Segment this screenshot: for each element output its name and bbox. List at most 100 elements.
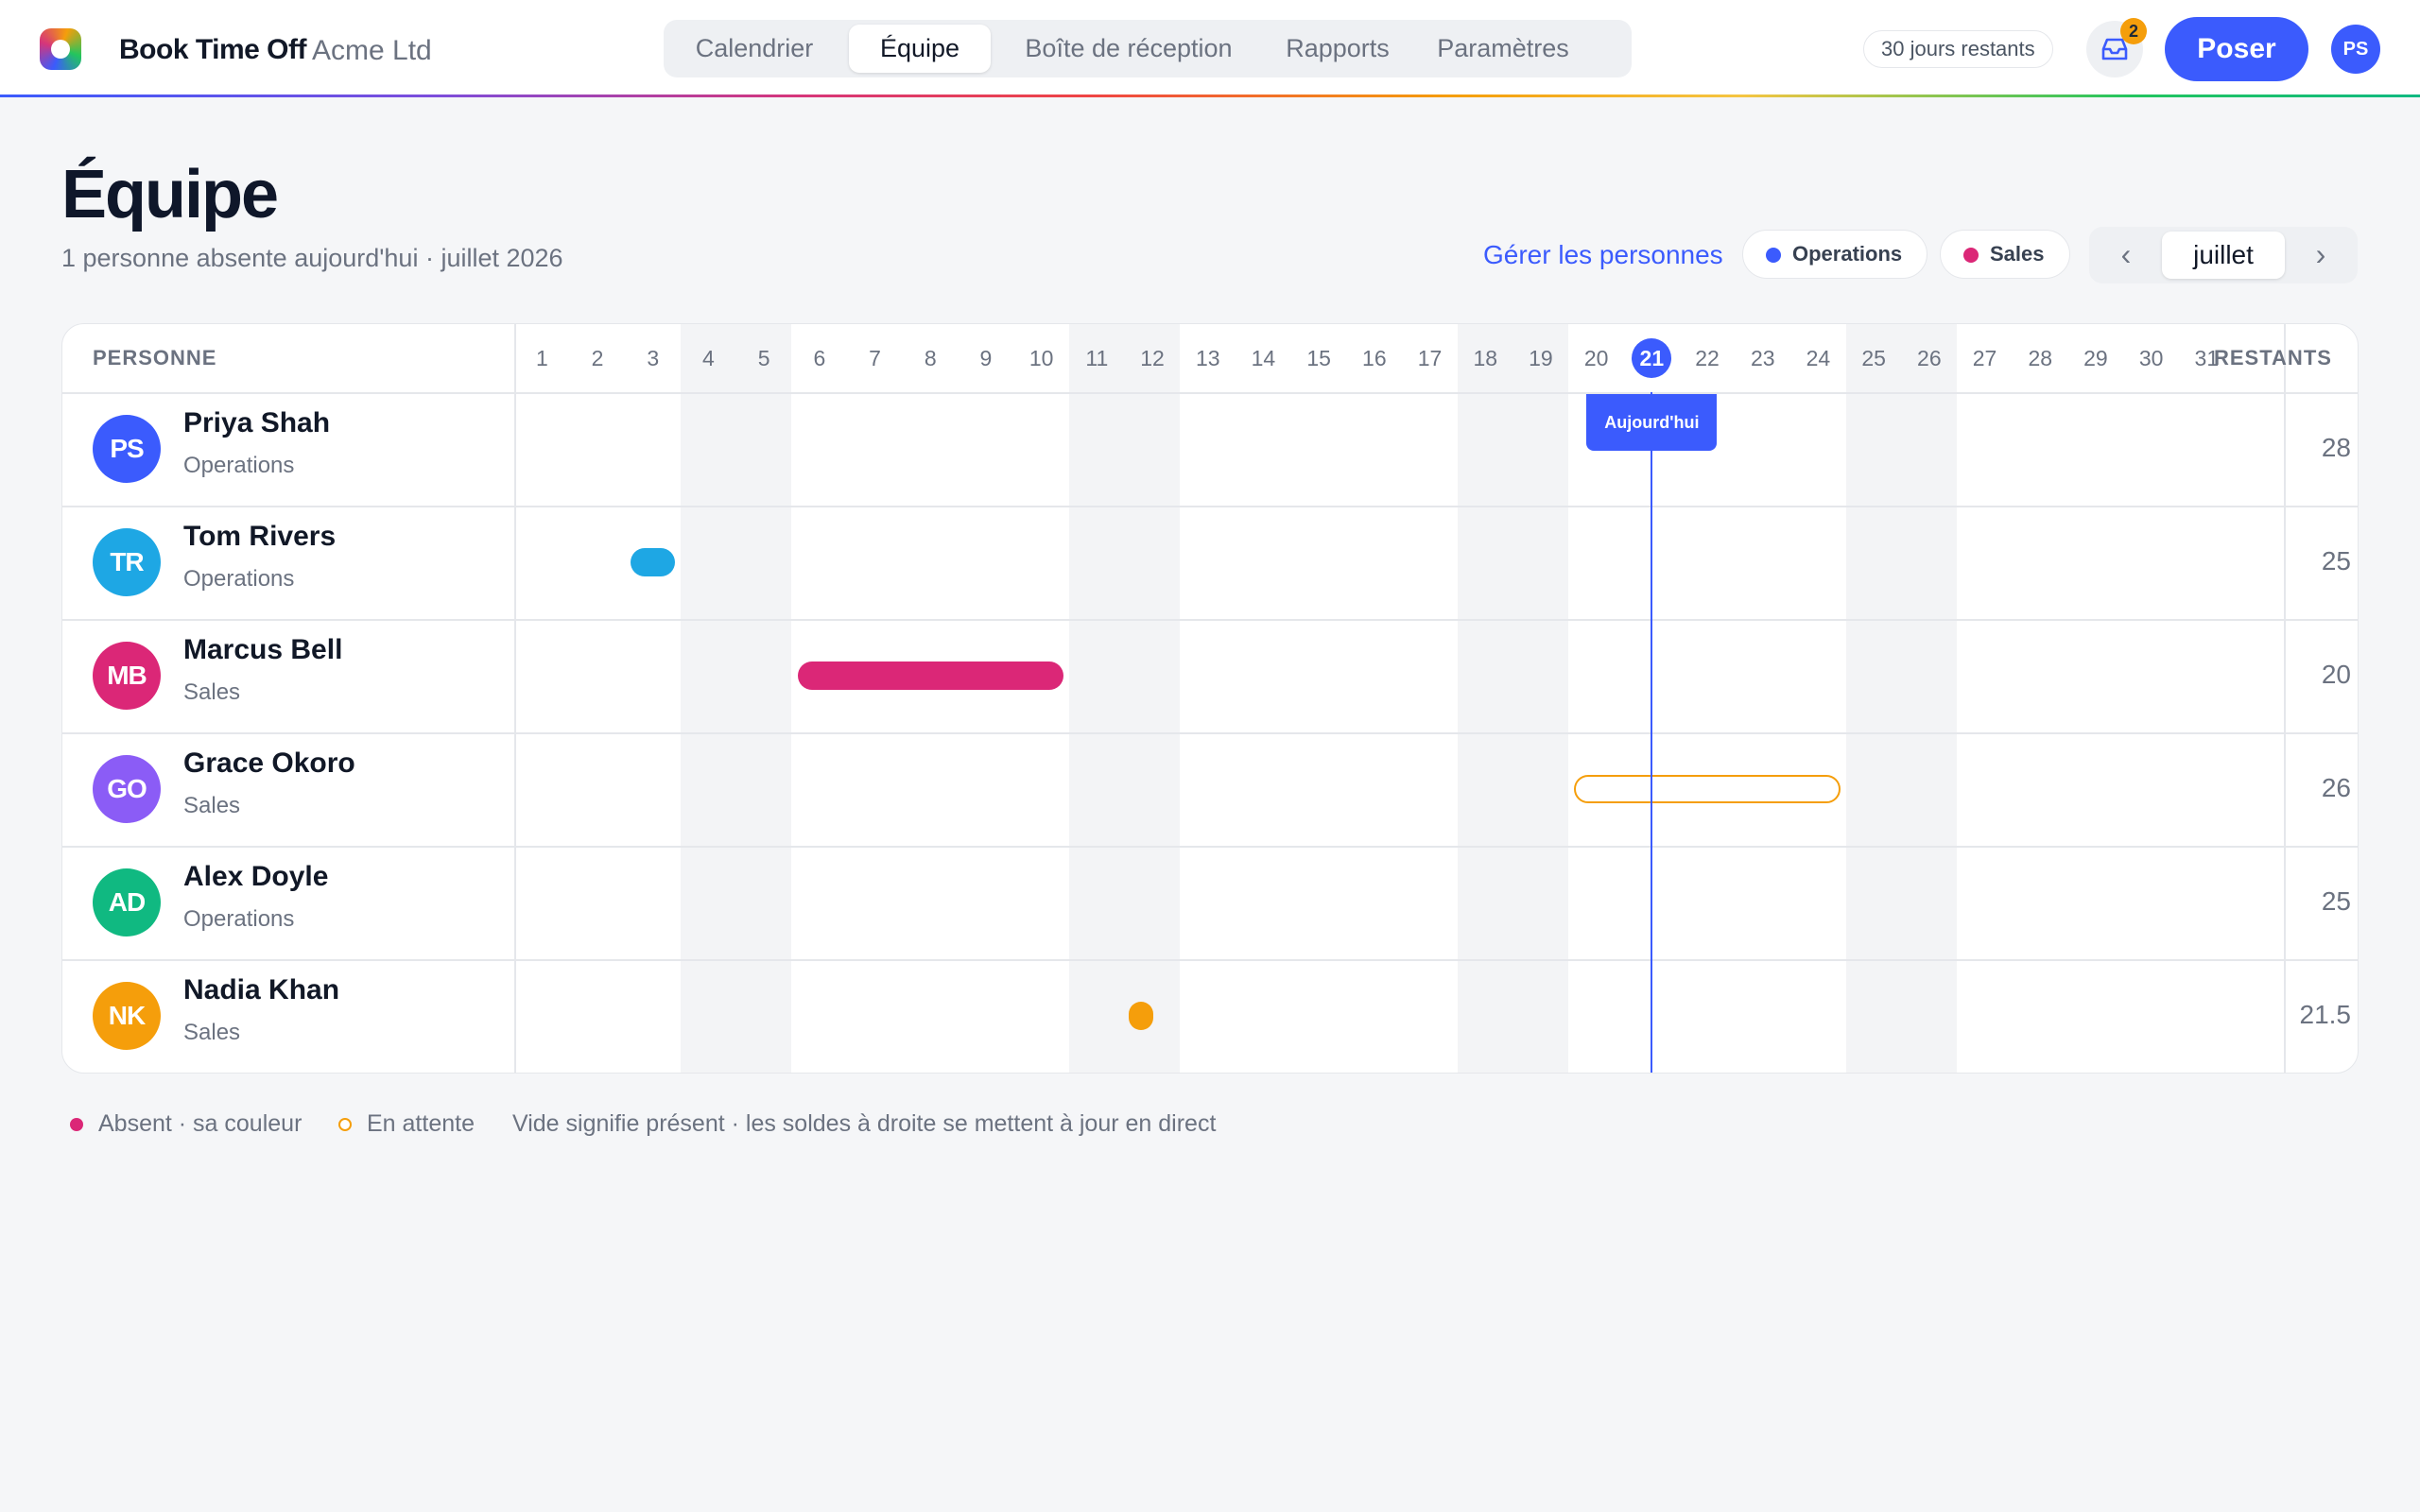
day-header-28[interactable]: 28 — [2013, 324, 2068, 392]
filter-chip-label: Operations — [1792, 242, 1903, 266]
member-avatar: GO — [93, 755, 161, 823]
today-label: Aujourd'hui — [1586, 394, 1718, 451]
weekend-column — [1069, 324, 1181, 1073]
filter-chip-label: Sales — [1990, 242, 2045, 266]
team-member-row[interactable]: PS Priya Shah Operations — [62, 392, 514, 506]
day-header-19[interactable]: 19 — [1513, 324, 1569, 392]
member-avatar: MB — [93, 642, 161, 710]
member-avatar: TR — [93, 528, 161, 596]
tab-rapports[interactable]: Rapports — [1267, 25, 1409, 73]
team-member-row[interactable]: NK Nadia Khan Sales — [62, 959, 514, 1073]
legend-pending-label: En attente — [367, 1110, 475, 1137]
day-header-15[interactable]: 15 — [1291, 324, 1347, 392]
member-name: Priya Shah — [183, 407, 331, 438]
absence-bar[interactable] — [1128, 1002, 1154, 1030]
prev-month-chevron-icon[interactable]: ‹ — [2093, 227, 2159, 284]
day-header-13[interactable]: 13 — [1180, 324, 1236, 392]
tab-equipe[interactable]: Équipe — [849, 25, 991, 73]
day-header-24[interactable]: 24 — [1790, 324, 1846, 392]
day-header-23[interactable]: 23 — [1735, 324, 1790, 392]
day-header-6[interactable]: 6 — [792, 324, 848, 392]
filter-chip-operations[interactable]: Operations — [1742, 230, 1927, 279]
member-remaining-balance: 20 — [2321, 660, 2351, 689]
member-team: Sales — [183, 1020, 241, 1045]
filter-chip-sales[interactable]: Sales — [1940, 230, 2070, 279]
member-name: Tom Rivers — [183, 521, 337, 552]
tab-boite-de-reception[interactable]: Boîte de réception — [1000, 25, 1257, 73]
day-header-18[interactable]: 18 — [1458, 324, 1513, 392]
absence-bar[interactable] — [631, 548, 676, 576]
day-header-4[interactable]: 4 — [681, 324, 736, 392]
day-header-1[interactable]: 1 — [514, 324, 570, 392]
user-avatar[interactable]: PS — [2331, 25, 2380, 74]
member-avatar: PS — [93, 415, 161, 483]
legend-absent: Absent · sa couleur — [70, 1110, 302, 1138]
day-header-3[interactable]: 3 — [625, 324, 681, 392]
day-header-16[interactable]: 16 — [1347, 324, 1403, 392]
day-header-25[interactable]: 25 — [1846, 324, 1902, 392]
brand-name: Book Time Off — [119, 34, 306, 65]
month-switcher: ‹ juillet › — [2089, 227, 2358, 284]
column-divider — [514, 324, 516, 1073]
main-nav: Calendrier Équipe Boîte de réception Rap… — [664, 20, 1632, 77]
day-header-10[interactable]: 10 — [1013, 324, 1069, 392]
day-header-12[interactable]: 12 — [1125, 324, 1181, 392]
day-header-27[interactable]: 27 — [1957, 324, 2013, 392]
today-marker-line — [1651, 392, 1653, 1073]
day-header-22[interactable]: 22 — [1680, 324, 1736, 392]
member-remaining-balance: 25 — [2321, 546, 2351, 576]
absent-dot-icon — [70, 1118, 83, 1131]
team-absence-grid: PERSONNE 1 2 3 4 5 6 7 8 9 10 11 12 13 14 15 16 17 18 19 20… — [61, 323, 2359, 1074]
inbox-count-badge: 2 — [2120, 18, 2147, 44]
request-time-off-button[interactable]: Poser — [2165, 17, 2308, 81]
org-name: Acme Ltd — [312, 35, 432, 66]
day-header-21[interactable]: 21 — [1624, 324, 1680, 392]
team-member-row[interactable]: TR Tom Rivers Operations — [62, 506, 514, 619]
member-remaining-balance: 21.5 — [2299, 1000, 2352, 1029]
member-avatar: NK — [93, 982, 161, 1050]
team-member-row[interactable]: MB Marcus Bell Sales — [62, 619, 514, 732]
day-header-9[interactable]: 9 — [959, 324, 1014, 392]
tab-calendrier[interactable]: Calendrier — [669, 25, 839, 73]
current-month[interactable]: juillet — [2162, 232, 2285, 279]
operations-dot-icon — [1766, 248, 1781, 263]
member-name: Marcus Bell — [183, 634, 343, 665]
legend-pending: En attente — [338, 1110, 475, 1138]
legend-absent-label: Absent · sa couleur — [98, 1110, 302, 1137]
sales-dot-icon — [1963, 248, 1979, 263]
days-left-badge: 30 jours restants — [1863, 30, 2053, 68]
app-logo-icon[interactable] — [40, 28, 81, 70]
member-team: Sales — [183, 679, 241, 705]
pending-absence-bar[interactable] — [1574, 775, 1841, 803]
page-title: Équipe — [61, 157, 279, 232]
weekend-column — [1845, 324, 1958, 1073]
tab-parametres[interactable]: Paramètres — [1418, 25, 1588, 73]
member-team: Operations — [183, 906, 295, 932]
team-member-row[interactable]: GO Grace Okoro Sales — [62, 732, 514, 846]
manage-people-link[interactable]: Gérer les personnes — [1483, 240, 1723, 270]
day-header-20[interactable]: 20 — [1568, 324, 1624, 392]
next-month-chevron-icon[interactable]: › — [2288, 227, 2354, 284]
team-member-row[interactable]: AD Alex Doyle Operations — [62, 846, 514, 959]
member-team: Operations — [183, 453, 295, 478]
member-name: Grace Okoro — [183, 747, 355, 779]
day-header-26[interactable]: 26 — [1902, 324, 1958, 392]
absence-bar[interactable] — [797, 662, 1063, 690]
top-bar: Book Time Off Acme Ltd Calendrier Équipe… — [0, 0, 2420, 97]
day-header-5[interactable]: 5 — [736, 324, 792, 392]
weekend-column — [1457, 324, 1569, 1073]
day-header-30[interactable]: 30 — [2123, 324, 2179, 392]
page-subtitle: 1 personne absente aujourd'hui · juillet… — [61, 244, 563, 272]
member-team: Operations — [183, 566, 295, 592]
day-header-14[interactable]: 14 — [1236, 324, 1291, 392]
day-header-17[interactable]: 17 — [1402, 324, 1458, 392]
day-header-29[interactable]: 29 — [2068, 324, 2124, 392]
member-remaining-balance: 28 — [2321, 433, 2351, 462]
day-header-7[interactable]: 7 — [847, 324, 903, 392]
column-header-person: PERSONNE — [93, 346, 217, 369]
member-name: Alex Doyle — [183, 861, 329, 892]
day-header-11[interactable]: 11 — [1069, 324, 1125, 392]
member-name: Nadia Khan — [183, 974, 340, 1005]
day-header-8[interactable]: 8 — [903, 324, 959, 392]
day-header-2[interactable]: 2 — [570, 324, 626, 392]
